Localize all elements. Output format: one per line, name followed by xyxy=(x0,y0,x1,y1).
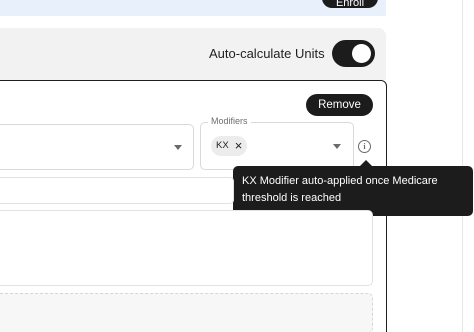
auto-calculate-toggle[interactable] xyxy=(332,40,375,67)
modifier-chip-kx: KX × xyxy=(211,136,248,156)
chevron-down-icon xyxy=(333,144,341,149)
enroll-button[interactable]: Enroll xyxy=(322,0,378,8)
units-field[interactable] xyxy=(0,177,234,204)
remove-button[interactable]: Remove xyxy=(306,94,373,116)
auto-calculate-row xyxy=(0,28,386,80)
modifier-tooltip: KX Modifier auto-applied once Medicare t… xyxy=(233,166,473,216)
toggle-knob xyxy=(352,44,371,63)
modifier-chip-label: KX xyxy=(216,140,229,151)
close-icon[interactable]: × xyxy=(235,136,243,156)
notes-textarea[interactable] xyxy=(0,210,373,286)
add-field-area[interactable] xyxy=(0,293,373,332)
chevron-down-icon xyxy=(174,145,182,150)
auto-calculate-label: Auto-calculate Units xyxy=(209,46,325,61)
modifiers-label: Modifiers xyxy=(208,116,251,126)
info-icon[interactable]: i xyxy=(358,140,371,153)
procedure-select[interactable] xyxy=(0,124,194,170)
